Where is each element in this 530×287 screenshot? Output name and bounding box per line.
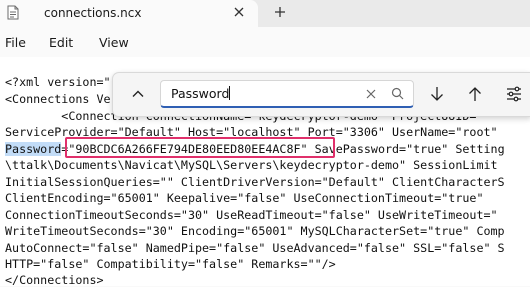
editor-line: <Connections Ve <box>5 92 111 106</box>
editor-line: HTTP="false" Compatibility="false" Remar… <box>5 257 336 271</box>
text-caret <box>229 86 231 100</box>
find-panel: Password <box>112 72 530 117</box>
clear-icon[interactable] <box>365 88 377 100</box>
menu-file[interactable]: File <box>5 35 26 50</box>
editor-line: \ttalk\Documents\Navicat\MySQL\Servers\k… <box>5 158 498 172</box>
file-icon <box>7 5 19 20</box>
find-options-icon[interactable] <box>506 85 522 103</box>
new-tab-plus-icon[interactable] <box>272 4 288 20</box>
editor-line: </Connections> <box>5 273 104 287</box>
title-bar: connections.ncx <box>0 0 530 27</box>
tab-title: connections.ncx <box>44 6 142 20</box>
editor-line: ClientEncoding="65001" Keepalive="false"… <box>5 191 484 205</box>
menu-view[interactable]: View <box>99 35 129 50</box>
chevron-up-icon[interactable] <box>131 87 145 101</box>
find-previous-arrow-up-icon[interactable] <box>467 85 483 103</box>
find-next-arrow-down-icon[interactable] <box>429 85 445 103</box>
menu-edit[interactable]: Edit <box>49 35 73 50</box>
editor-line: AutoConnect="false" NamedPipe="false" Us… <box>5 241 505 255</box>
editor-line: WriteTimeoutSeconds="30" Encoding="65001… <box>5 224 505 238</box>
password-annotation-box <box>65 137 335 158</box>
search-icon[interactable] <box>391 87 404 100</box>
find-input-text: Password <box>171 86 231 101</box>
password-line-rest: SavePassword="true" Setting <box>307 142 505 156</box>
editor-line: InitialSessionQueries="" ClientDriverVer… <box>5 175 505 189</box>
tab-connections[interactable]: connections.ncx <box>0 0 258 27</box>
close-tab-icon[interactable] <box>231 4 247 20</box>
editor-line: ConnectionTimeoutSeconds="30" UseReadTim… <box>5 208 498 222</box>
menu-bar: File Edit View <box>0 27 530 57</box>
editor-line: <?xml version=" <box>5 75 111 89</box>
find-query: Password <box>171 86 230 101</box>
search-match-highlight: Password <box>5 142 62 156</box>
find-input[interactable]: Password <box>160 80 414 108</box>
